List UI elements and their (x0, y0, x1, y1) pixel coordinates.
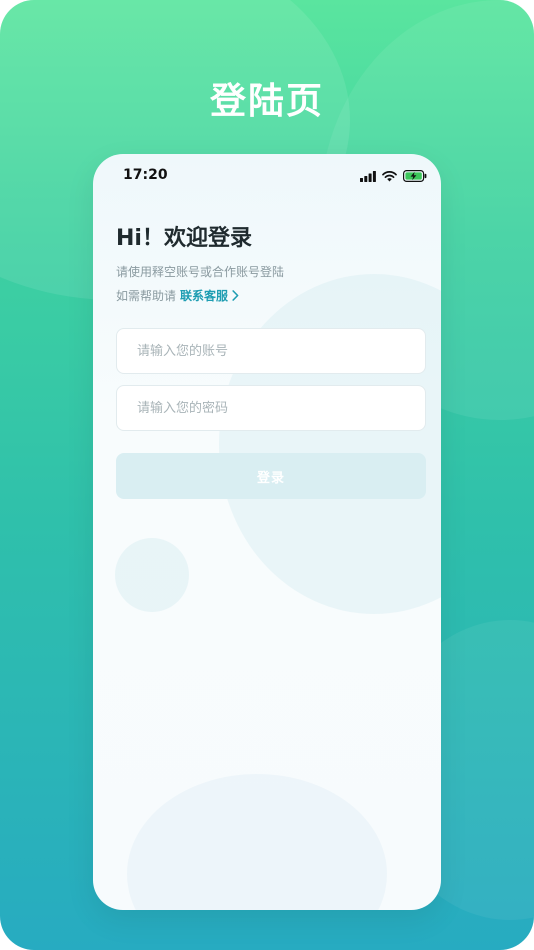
welcome-title: Hi！欢迎登录 (116, 226, 252, 251)
password-input[interactable] (116, 385, 426, 431)
login-button[interactable]: 登录 (116, 453, 426, 499)
help-line: 如需帮助请 联系客服 (116, 287, 239, 304)
promo-screen: 登陆页 17:20 Hi！欢迎登录 请使用释空账号或合作账号登陆 如需帮助请 联… (0, 0, 534, 950)
account-input[interactable] (116, 328, 426, 374)
page-headline: 登陆页 (209, 81, 324, 122)
status-bar: 17:20 (93, 154, 441, 198)
status-time: 17:20 (123, 167, 168, 183)
decorative-circle (127, 774, 387, 910)
chevron-right-icon (232, 290, 239, 301)
wifi-icon (382, 170, 397, 181)
battery-charging-icon (403, 170, 427, 182)
cellular-signal-icon (360, 170, 376, 182)
help-prefix: 如需帮助请 (116, 289, 177, 303)
contact-support-label: 联系客服 (180, 289, 229, 303)
status-icons (360, 169, 427, 183)
login-subtitle: 请使用释空账号或合作账号登陆 (116, 265, 285, 279)
contact-support-link[interactable]: 联系客服 (180, 289, 239, 303)
phone-mockup: 17:20 Hi！欢迎登录 请使用释空账号或合作账号登陆 如需帮助请 联系客服 … (93, 154, 441, 910)
decorative-circle (115, 538, 189, 612)
decorative-circle (219, 274, 441, 614)
